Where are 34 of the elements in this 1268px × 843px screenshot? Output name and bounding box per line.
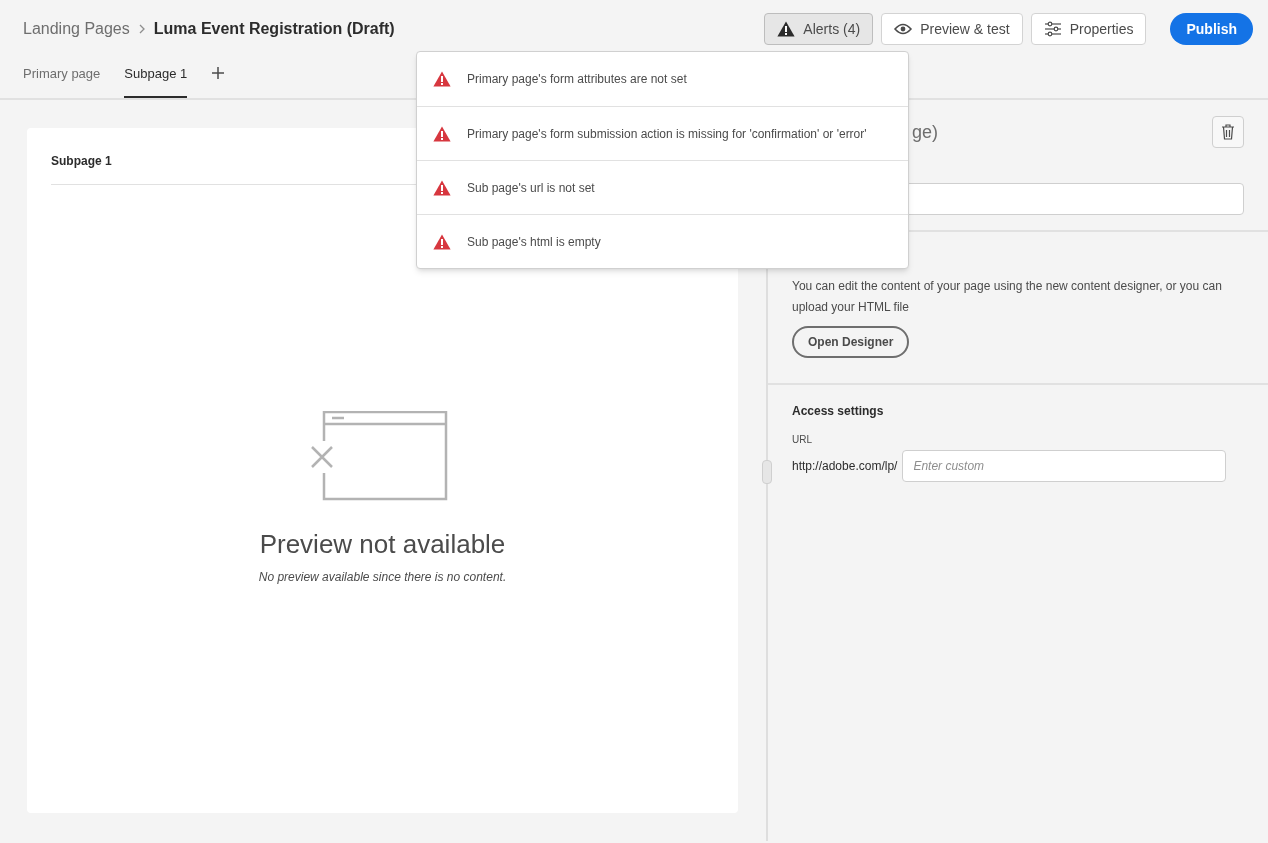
alert-item[interactable]: Sub page's url is not set	[417, 160, 908, 214]
delete-button[interactable]	[1212, 116, 1244, 148]
eye-icon	[894, 23, 913, 35]
alert-item[interactable]: Primary page's form submission action is missing for 'confirmation' or 'error'	[417, 106, 908, 160]
preview-button[interactable]: Preview & test	[881, 13, 1023, 45]
panel-heading: ge)	[912, 120, 938, 144]
warning-icon	[433, 71, 451, 87]
custom-url-field[interactable]: Enter custom	[902, 450, 1227, 482]
properties-button[interactable]: Properties	[1030, 13, 1147, 45]
alert-item[interactable]: Sub page's html is empty	[417, 214, 908, 268]
add-icon[interactable]	[211, 66, 226, 80]
page-title: Luma Event Registration (Draft)	[153, 19, 395, 39]
url-prefix: http://adobe.com/lp/	[792, 458, 898, 475]
publish-button[interactable]: Publish	[1170, 13, 1253, 45]
open-designer-button[interactable]: Open Designer	[792, 326, 910, 358]
chevron-icon	[138, 24, 145, 34]
warning-icon	[777, 21, 796, 37]
warning-icon	[433, 125, 451, 142]
section-title: Access settings	[792, 403, 885, 420]
card-title: Subpage 1	[51, 154, 112, 168]
warning-icon	[433, 179, 451, 196]
tab[interactable]: Subpage 1	[124, 63, 188, 98]
empty-heading: Preview not available	[259, 528, 506, 561]
content-description: You can edit the content of your page using the new content designer, or you can upload your HTML file	[792, 278, 1223, 316]
trash-icon	[1221, 124, 1235, 140]
sliders-icon	[1043, 21, 1062, 37]
alert-item[interactable]: Primary page's form attributes are not set	[417, 52, 908, 106]
breadcrumb-link[interactable]: Landing Pages	[23, 17, 130, 41]
alerts-button[interactable]: Alerts (4)	[764, 13, 874, 45]
tab[interactable]: Primary page	[23, 63, 101, 98]
resize-handle[interactable]	[762, 460, 772, 484]
warning-icon	[433, 233, 451, 250]
url-label: URL	[792, 433, 813, 447]
empty-message: No preview available since there is no content.	[258, 569, 507, 586]
